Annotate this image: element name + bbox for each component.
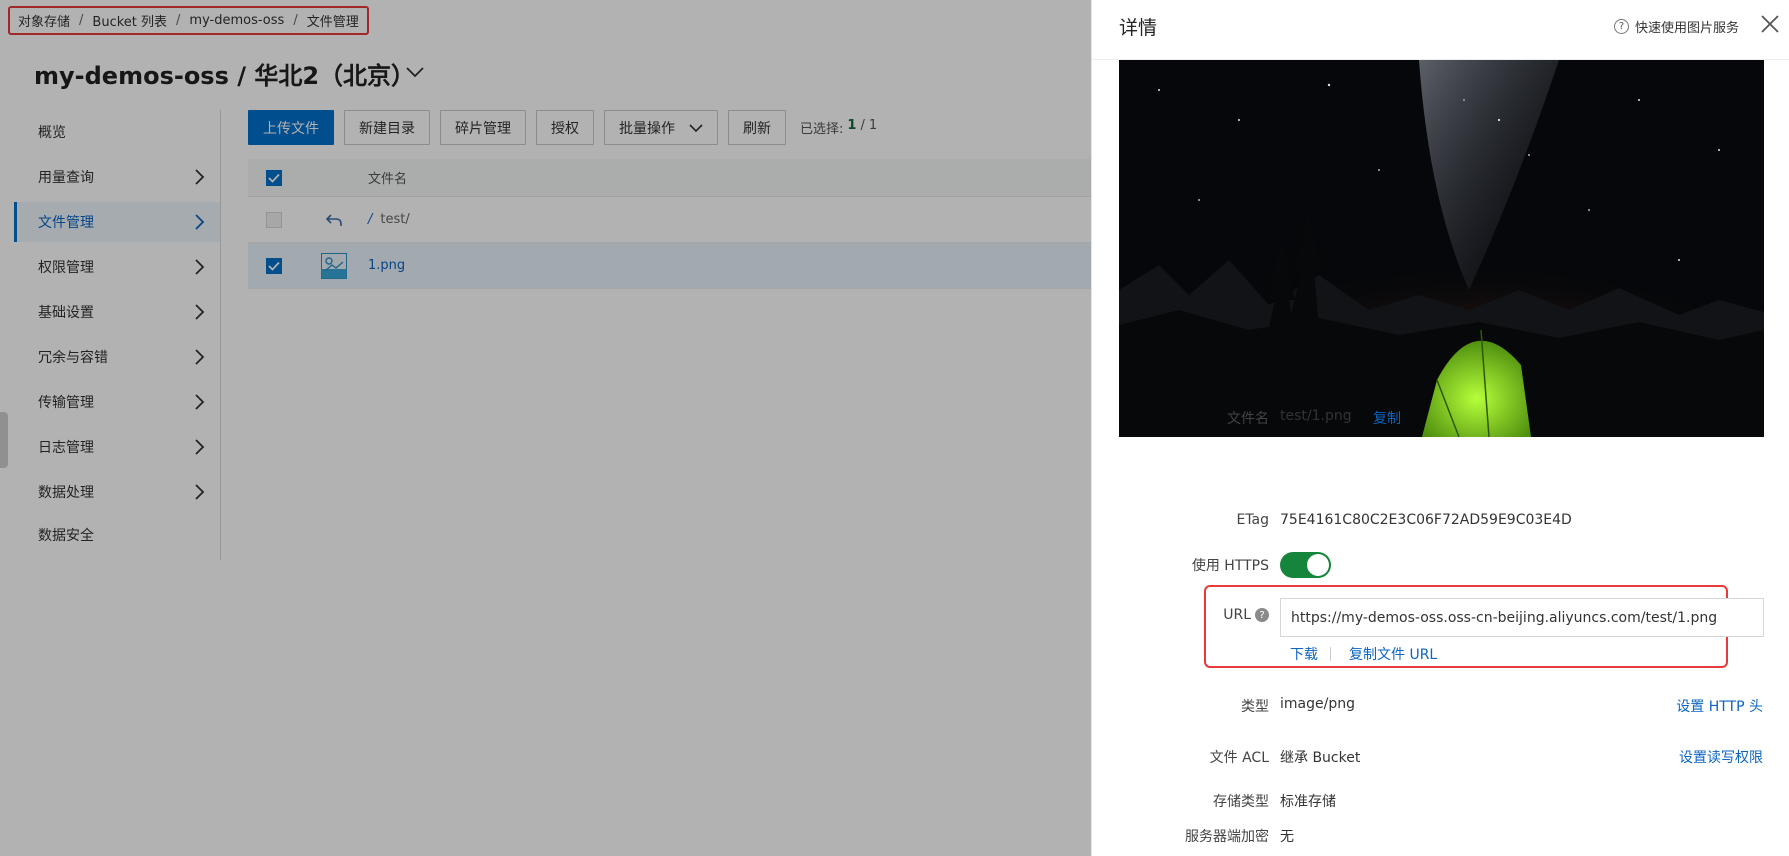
sidebar-item-data-security[interactable]: 数据安全 (14, 515, 220, 555)
breadcrumb: 对象存储 / Bucket 列表 / my-demos-oss / 文件管理 (8, 6, 369, 35)
type-label: 类型 (1241, 699, 1269, 715)
url-actions: 下载 复制文件 URL (1290, 644, 1437, 664)
set-acl-link[interactable]: 设置读写权限 (1679, 747, 1763, 767)
download-link[interactable]: 下载 (1290, 644, 1318, 664)
chevron-right-icon (195, 169, 205, 185)
main-content: 对象存储 / Bucket 列表 / my-demos-oss / 文件管理 m… (0, 0, 1091, 856)
refresh-button[interactable]: 刷新 (728, 110, 786, 145)
divider (1330, 647, 1331, 661)
encryption-label: 服务器端加密 (1185, 829, 1269, 845)
breadcrumb-item-bucket-list[interactable]: Bucket 列表 (92, 11, 167, 30)
row-checkbox (266, 211, 282, 228)
column-header-filename[interactable]: 文件名 (368, 168, 407, 187)
image-preview (1119, 60, 1764, 437)
toolbar: 上传文件 新建目录 碎片管理 授权 批量操作 刷新 已选择: 1 / 1 (248, 110, 877, 145)
chevron-right-icon (195, 259, 205, 275)
sidebar-item-logs[interactable]: 日志管理 (14, 427, 220, 467)
selection-count: 已选择: 1 / 1 (800, 118, 878, 137)
upload-file-button[interactable]: 上传文件 (248, 110, 334, 145)
sidebar: 概览 用量查询 文件管理 权限管理 基础设置 冗余与容错 传输管理 日志管理 数… (0, 110, 221, 560)
table-header: 文件名 (248, 159, 1091, 197)
sidebar-item-basic-settings[interactable]: 基础设置 (14, 292, 220, 332)
check-icon (268, 261, 280, 271)
sidebar-item-usage[interactable]: 用量查询 (14, 157, 220, 197)
bucket-switch-chevron-down-icon[interactable] (400, 58, 430, 86)
new-directory-button[interactable]: 新建目录 (344, 110, 430, 145)
chevron-right-icon (195, 484, 205, 500)
etag-label: ETag (1236, 512, 1269, 528)
https-label: 使用 HTTPS (1191, 558, 1269, 574)
acl-value: 继承 Bucket (1280, 750, 1361, 766)
breadcrumb-item-bucket[interactable]: my-demos-oss (189, 13, 284, 28)
authorize-button[interactable]: 授权 (536, 110, 594, 145)
parent-path-link[interactable]: / test/ (368, 212, 410, 227)
image-service-help-link[interactable]: ? 快速使用图片服务 (1613, 17, 1739, 36)
page-title: my-demos-oss / 华北2（北京） (34, 62, 416, 90)
batch-operations-dropdown[interactable]: 批量操作 (604, 110, 718, 145)
sidebar-item-transfer[interactable]: 传输管理 (14, 382, 220, 422)
table-row-parent[interactable]: / test/ (248, 197, 1091, 243)
etag-value: 75E4161C80C2E3C06F72AD59E9C03E4D (1280, 512, 1572, 528)
storage-class-label: 存储类型 (1213, 794, 1269, 810)
row-checkbox[interactable] (266, 257, 282, 274)
storage-class-value: 标准存储 (1280, 794, 1336, 810)
file-name-link[interactable]: 1.png (368, 258, 405, 273)
set-http-header-link[interactable]: 设置 HTTP 头 (1676, 696, 1763, 716)
https-toggle[interactable] (1280, 552, 1331, 578)
chevron-right-icon (195, 394, 205, 410)
question-icon[interactable]: ? (1255, 608, 1269, 622)
sidebar-item-file-management[interactable]: 文件管理 (14, 202, 220, 242)
chevron-down-icon (689, 123, 703, 132)
check-icon (268, 173, 280, 183)
acl-label: 文件 ACL (1209, 750, 1269, 766)
filename-label: 文件名 (1227, 411, 1269, 427)
chevron-right-icon (195, 439, 205, 455)
sidebar-item-overview[interactable]: 概览 (14, 112, 220, 152)
close-icon[interactable] (1759, 13, 1781, 35)
table-row-file[interactable]: 1.png (248, 243, 1091, 289)
back-arrow-icon[interactable] (314, 213, 354, 227)
filename-value: test/1.png (1280, 408, 1352, 424)
copy-filename-link[interactable]: 复制 (1373, 408, 1401, 428)
chevron-right-icon (195, 214, 205, 230)
drawer-title: 详情 (1119, 17, 1158, 39)
copy-url-link[interactable]: 复制文件 URL (1349, 644, 1437, 664)
sidebar-item-permissions[interactable]: 权限管理 (14, 247, 220, 287)
select-all-checkbox[interactable] (266, 169, 282, 186)
chevron-right-icon (195, 304, 205, 320)
file-table: 文件名 / test/ 1.png (248, 159, 1091, 289)
toggle-knob (1307, 554, 1329, 576)
type-value: image/png (1280, 696, 1355, 712)
breadcrumb-item-oss[interactable]: 对象存储 (18, 11, 70, 30)
sidebar-collapse-handle[interactable] (0, 412, 8, 468)
sidebar-item-data-processing[interactable]: 数据处理 (14, 472, 220, 512)
url-field[interactable]: https://my-demos-oss.oss-cn-beijing.aliy… (1280, 598, 1764, 637)
image-file-icon (314, 252, 354, 279)
sidebar-item-redundancy[interactable]: 冗余与容错 (14, 337, 220, 377)
question-circle-icon: ? (1613, 19, 1629, 34)
url-label: URL? (1223, 607, 1269, 623)
fragment-management-button[interactable]: 碎片管理 (440, 110, 526, 145)
chevron-right-icon (195, 349, 205, 365)
breadcrumb-item-file-management: 文件管理 (306, 15, 359, 30)
encryption-value: 无 (1280, 829, 1294, 845)
detail-drawer: 详情 ? 快速使用图片服务 文件名 test/1.png 复制 ETag 75E… (1091, 0, 1789, 856)
